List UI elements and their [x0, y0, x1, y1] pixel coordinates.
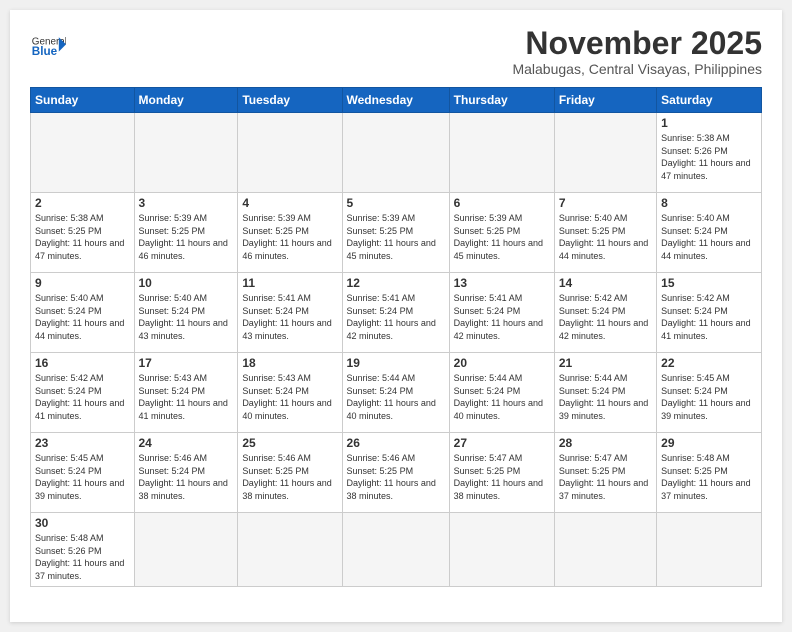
weekday-header-row: Sunday Monday Tuesday Wednesday Thursday… — [31, 88, 762, 113]
location-title: Malabugas, Central Visayas, Philippines — [512, 61, 762, 77]
empty-cell — [554, 513, 656, 586]
empty-cell — [449, 513, 554, 586]
day-7: 7 Sunrise: 5:40 AMSunset: 5:25 PMDayligh… — [554, 193, 656, 273]
svg-text:Blue: Blue — [32, 45, 58, 58]
header-wednesday: Wednesday — [342, 88, 449, 113]
logo-area: General Blue — [30, 30, 66, 66]
day-3: 3 Sunrise: 5:39 AMSunset: 5:25 PMDayligh… — [134, 193, 238, 273]
day-6: 6 Sunrise: 5:39 AMSunset: 5:25 PMDayligh… — [449, 193, 554, 273]
empty-cell — [449, 113, 554, 193]
day-1: 1 Sunrise: 5:38 AM Sunset: 5:26 PM Dayli… — [657, 113, 762, 193]
day-30: 30 Sunrise: 5:48 AMSunset: 5:26 PMDaylig… — [31, 513, 135, 586]
empty-cell — [134, 513, 238, 586]
header-area: General Blue November 2025 Malabugas, Ce… — [30, 26, 762, 77]
empty-cell — [342, 513, 449, 586]
day-8: 8 Sunrise: 5:40 AMSunset: 5:24 PMDayligh… — [657, 193, 762, 273]
empty-cell — [238, 113, 342, 193]
day-28: 28 Sunrise: 5:47 AMSunset: 5:25 PMDaylig… — [554, 433, 656, 513]
day-20: 20 Sunrise: 5:44 AMSunset: 5:24 PMDaylig… — [449, 353, 554, 433]
header-saturday: Saturday — [657, 88, 762, 113]
week-row-5: 23 Sunrise: 5:45 AMSunset: 5:24 PMDaylig… — [31, 433, 762, 513]
week-row-6: 30 Sunrise: 5:48 AMSunset: 5:26 PMDaylig… — [31, 513, 762, 586]
day-26: 26 Sunrise: 5:46 AMSunset: 5:25 PMDaylig… — [342, 433, 449, 513]
header-tuesday: Tuesday — [238, 88, 342, 113]
header-thursday: Thursday — [449, 88, 554, 113]
day-23: 23 Sunrise: 5:45 AMSunset: 5:24 PMDaylig… — [31, 433, 135, 513]
calendar-container: General Blue November 2025 Malabugas, Ce… — [10, 10, 782, 622]
day-27: 27 Sunrise: 5:47 AMSunset: 5:25 PMDaylig… — [449, 433, 554, 513]
empty-cell — [238, 513, 342, 586]
week-row-2: 2 Sunrise: 5:38 AMSunset: 5:25 PMDayligh… — [31, 193, 762, 273]
week-row-4: 16 Sunrise: 5:42 AMSunset: 5:24 PMDaylig… — [31, 353, 762, 433]
title-area: November 2025 Malabugas, Central Visayas… — [512, 26, 762, 77]
day-2: 2 Sunrise: 5:38 AMSunset: 5:25 PMDayligh… — [31, 193, 135, 273]
empty-cell — [342, 113, 449, 193]
day-25: 25 Sunrise: 5:46 AMSunset: 5:25 PMDaylig… — [238, 433, 342, 513]
day-5: 5 Sunrise: 5:39 AMSunset: 5:25 PMDayligh… — [342, 193, 449, 273]
generalblue-logo-icon: General Blue — [30, 30, 66, 66]
day-11: 11 Sunrise: 5:41 AMSunset: 5:24 PMDaylig… — [238, 273, 342, 353]
day-4: 4 Sunrise: 5:39 AMSunset: 5:25 PMDayligh… — [238, 193, 342, 273]
week-row-3: 9 Sunrise: 5:40 AMSunset: 5:24 PMDayligh… — [31, 273, 762, 353]
day-19: 19 Sunrise: 5:44 AMSunset: 5:24 PMDaylig… — [342, 353, 449, 433]
empty-cell — [31, 113, 135, 193]
day-13: 13 Sunrise: 5:41 AMSunset: 5:24 PMDaylig… — [449, 273, 554, 353]
header-monday: Monday — [134, 88, 238, 113]
calendar-table: Sunday Monday Tuesday Wednesday Thursday… — [30, 87, 762, 586]
header-sunday: Sunday — [31, 88, 135, 113]
day-16: 16 Sunrise: 5:42 AMSunset: 5:24 PMDaylig… — [31, 353, 135, 433]
header-friday: Friday — [554, 88, 656, 113]
day-29: 29 Sunrise: 5:48 AMSunset: 5:25 PMDaylig… — [657, 433, 762, 513]
day-9: 9 Sunrise: 5:40 AMSunset: 5:24 PMDayligh… — [31, 273, 135, 353]
month-title: November 2025 — [512, 26, 762, 61]
day-10: 10 Sunrise: 5:40 AMSunset: 5:24 PMDaylig… — [134, 273, 238, 353]
day-15: 15 Sunrise: 5:42 AMSunset: 5:24 PMDaylig… — [657, 273, 762, 353]
day-24: 24 Sunrise: 5:46 AMSunset: 5:24 PMDaylig… — [134, 433, 238, 513]
day-21: 21 Sunrise: 5:44 AMSunset: 5:24 PMDaylig… — [554, 353, 656, 433]
empty-cell — [554, 113, 656, 193]
day-18: 18 Sunrise: 5:43 AMSunset: 5:24 PMDaylig… — [238, 353, 342, 433]
day-12: 12 Sunrise: 5:41 AMSunset: 5:24 PMDaylig… — [342, 273, 449, 353]
empty-cell — [657, 513, 762, 586]
empty-cell — [134, 113, 238, 193]
day-17: 17 Sunrise: 5:43 AMSunset: 5:24 PMDaylig… — [134, 353, 238, 433]
day-14: 14 Sunrise: 5:42 AMSunset: 5:24 PMDaylig… — [554, 273, 656, 353]
day-22: 22 Sunrise: 5:45 AMSunset: 5:24 PMDaylig… — [657, 353, 762, 433]
week-row-1: 1 Sunrise: 5:38 AM Sunset: 5:26 PM Dayli… — [31, 113, 762, 193]
